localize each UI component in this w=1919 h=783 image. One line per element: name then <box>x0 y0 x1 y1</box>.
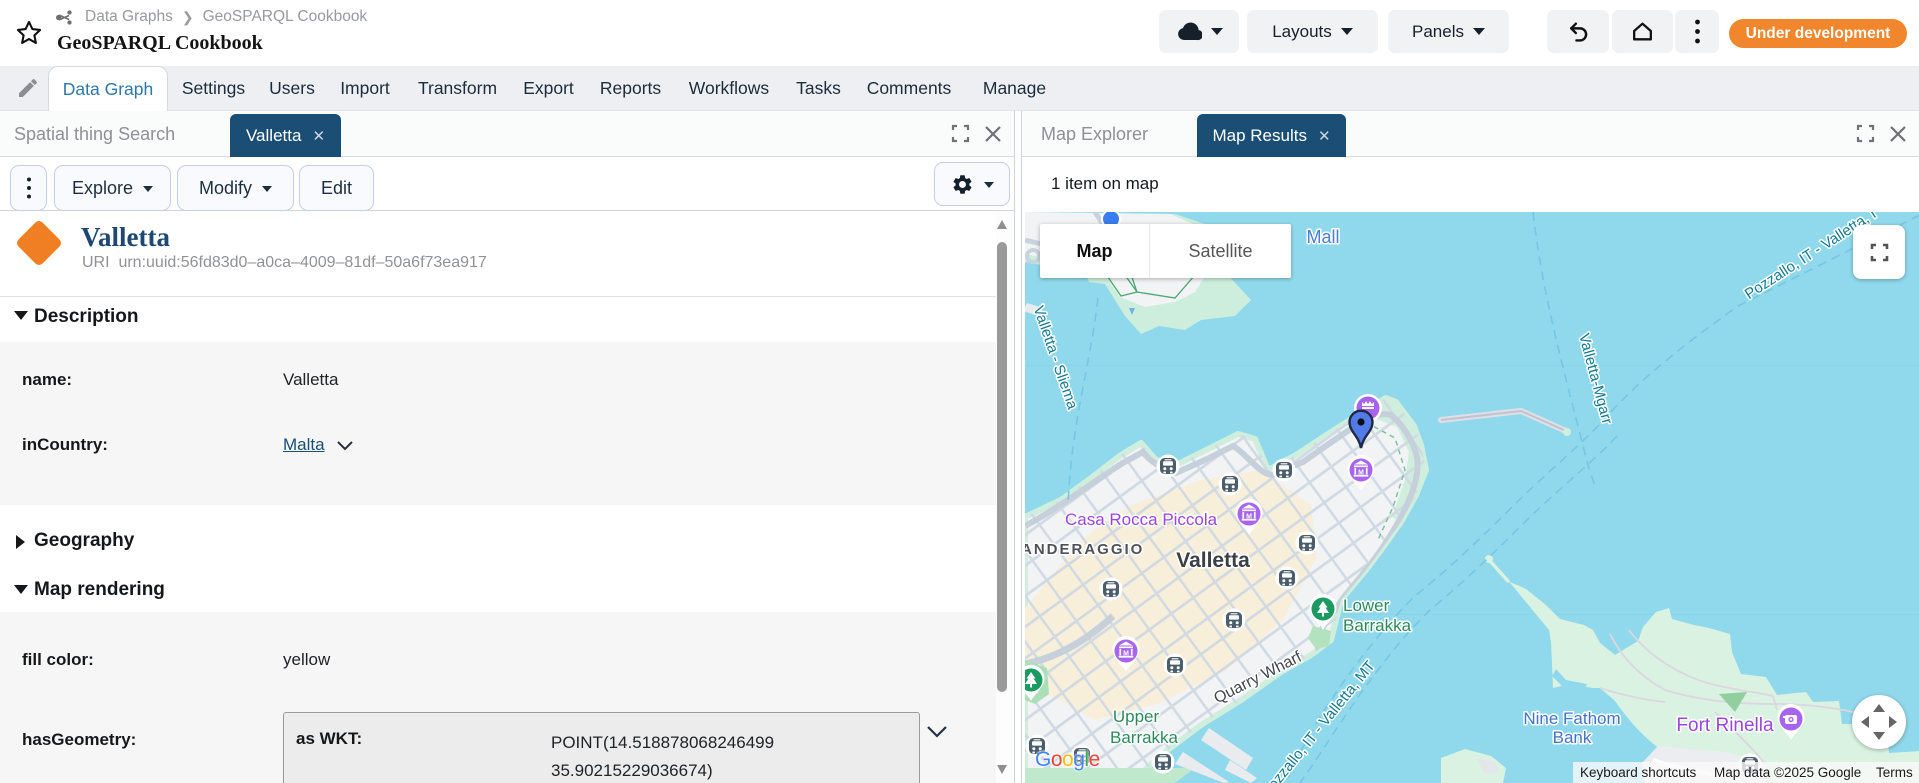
svg-text:Upper: Upper <box>1113 707 1160 726</box>
svg-text:Casa Rocca Piccola: Casa Rocca Piccola <box>1065 510 1218 529</box>
svg-text:Barrakka: Barrakka <box>1343 616 1412 635</box>
svg-text:ANDERAGGIO: ANDERAGGIO <box>1025 541 1144 558</box>
svg-text:Bank: Bank <box>1553 728 1592 747</box>
svg-text:Barrakka: Barrakka <box>1110 728 1179 747</box>
svg-text:Nine Fathom: Nine Fathom <box>1523 709 1620 728</box>
svg-text:Fort Rinella: Fort Rinella <box>1676 715 1774 736</box>
svg-text:Valletta: Valletta <box>1176 549 1250 572</box>
svg-text:Lower: Lower <box>1343 596 1390 615</box>
svg-text:Mall: Mall <box>1306 227 1339 247</box>
